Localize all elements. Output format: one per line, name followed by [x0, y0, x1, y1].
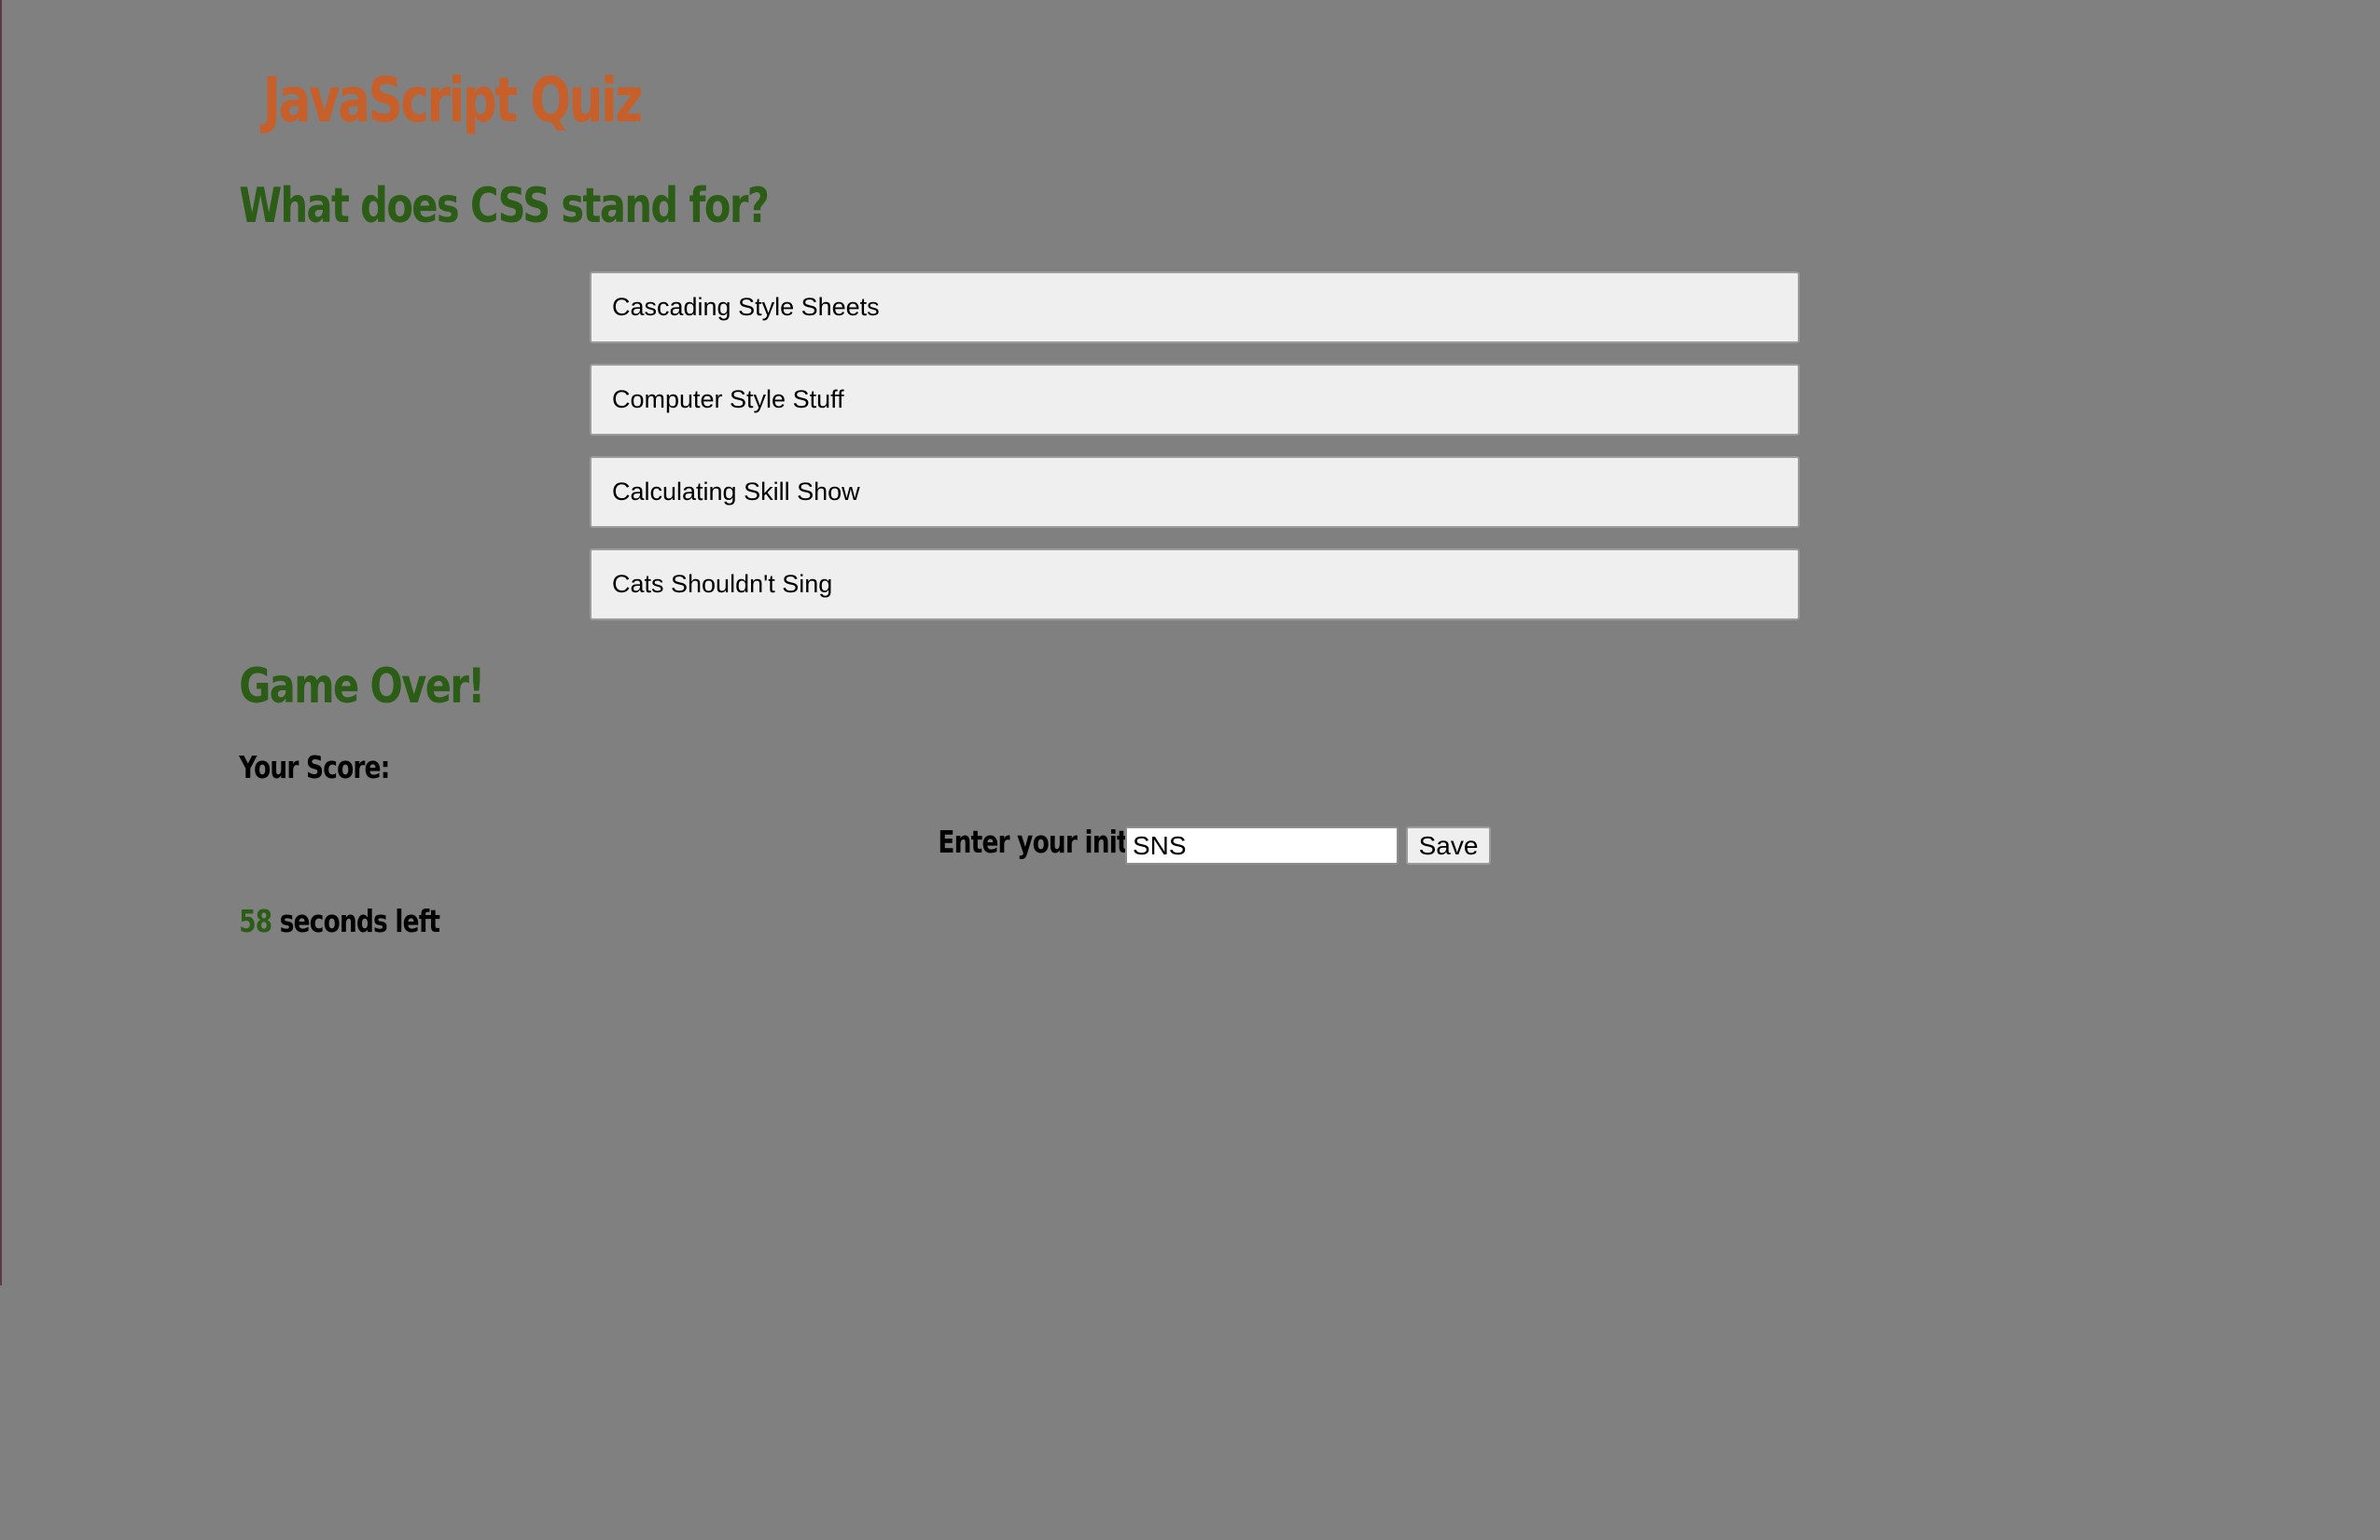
save-button[interactable]: Save: [1406, 826, 1491, 865]
score-label: Your Score:: [239, 749, 390, 785]
game-over-heading: Game Over!: [239, 659, 485, 715]
answer-button-2[interactable]: Computer Style Stuff: [590, 364, 1800, 436]
question-text: What does CSS stand for?: [239, 178, 770, 234]
timer-seconds: 58: [239, 903, 272, 939]
answer-button-1[interactable]: Cascading Style Sheets: [590, 271, 1800, 343]
timer-suffix: seconds left: [279, 903, 440, 939]
initials-label: Enter your initials:: [877, 821, 1182, 864]
answer-choices: Cascading Style Sheets Computer Style St…: [590, 271, 1800, 641]
initials-input[interactable]: [1125, 826, 1399, 865]
answer-button-3[interactable]: Calculating Skill Show: [590, 456, 1800, 528]
timer: 58 seconds left: [239, 900, 2151, 943]
page-title: JavaScript Quiz: [262, 64, 643, 136]
answer-button-4[interactable]: Cats Shouldn't Sing: [590, 548, 1800, 620]
window-edge: [0, 0, 2, 1285]
